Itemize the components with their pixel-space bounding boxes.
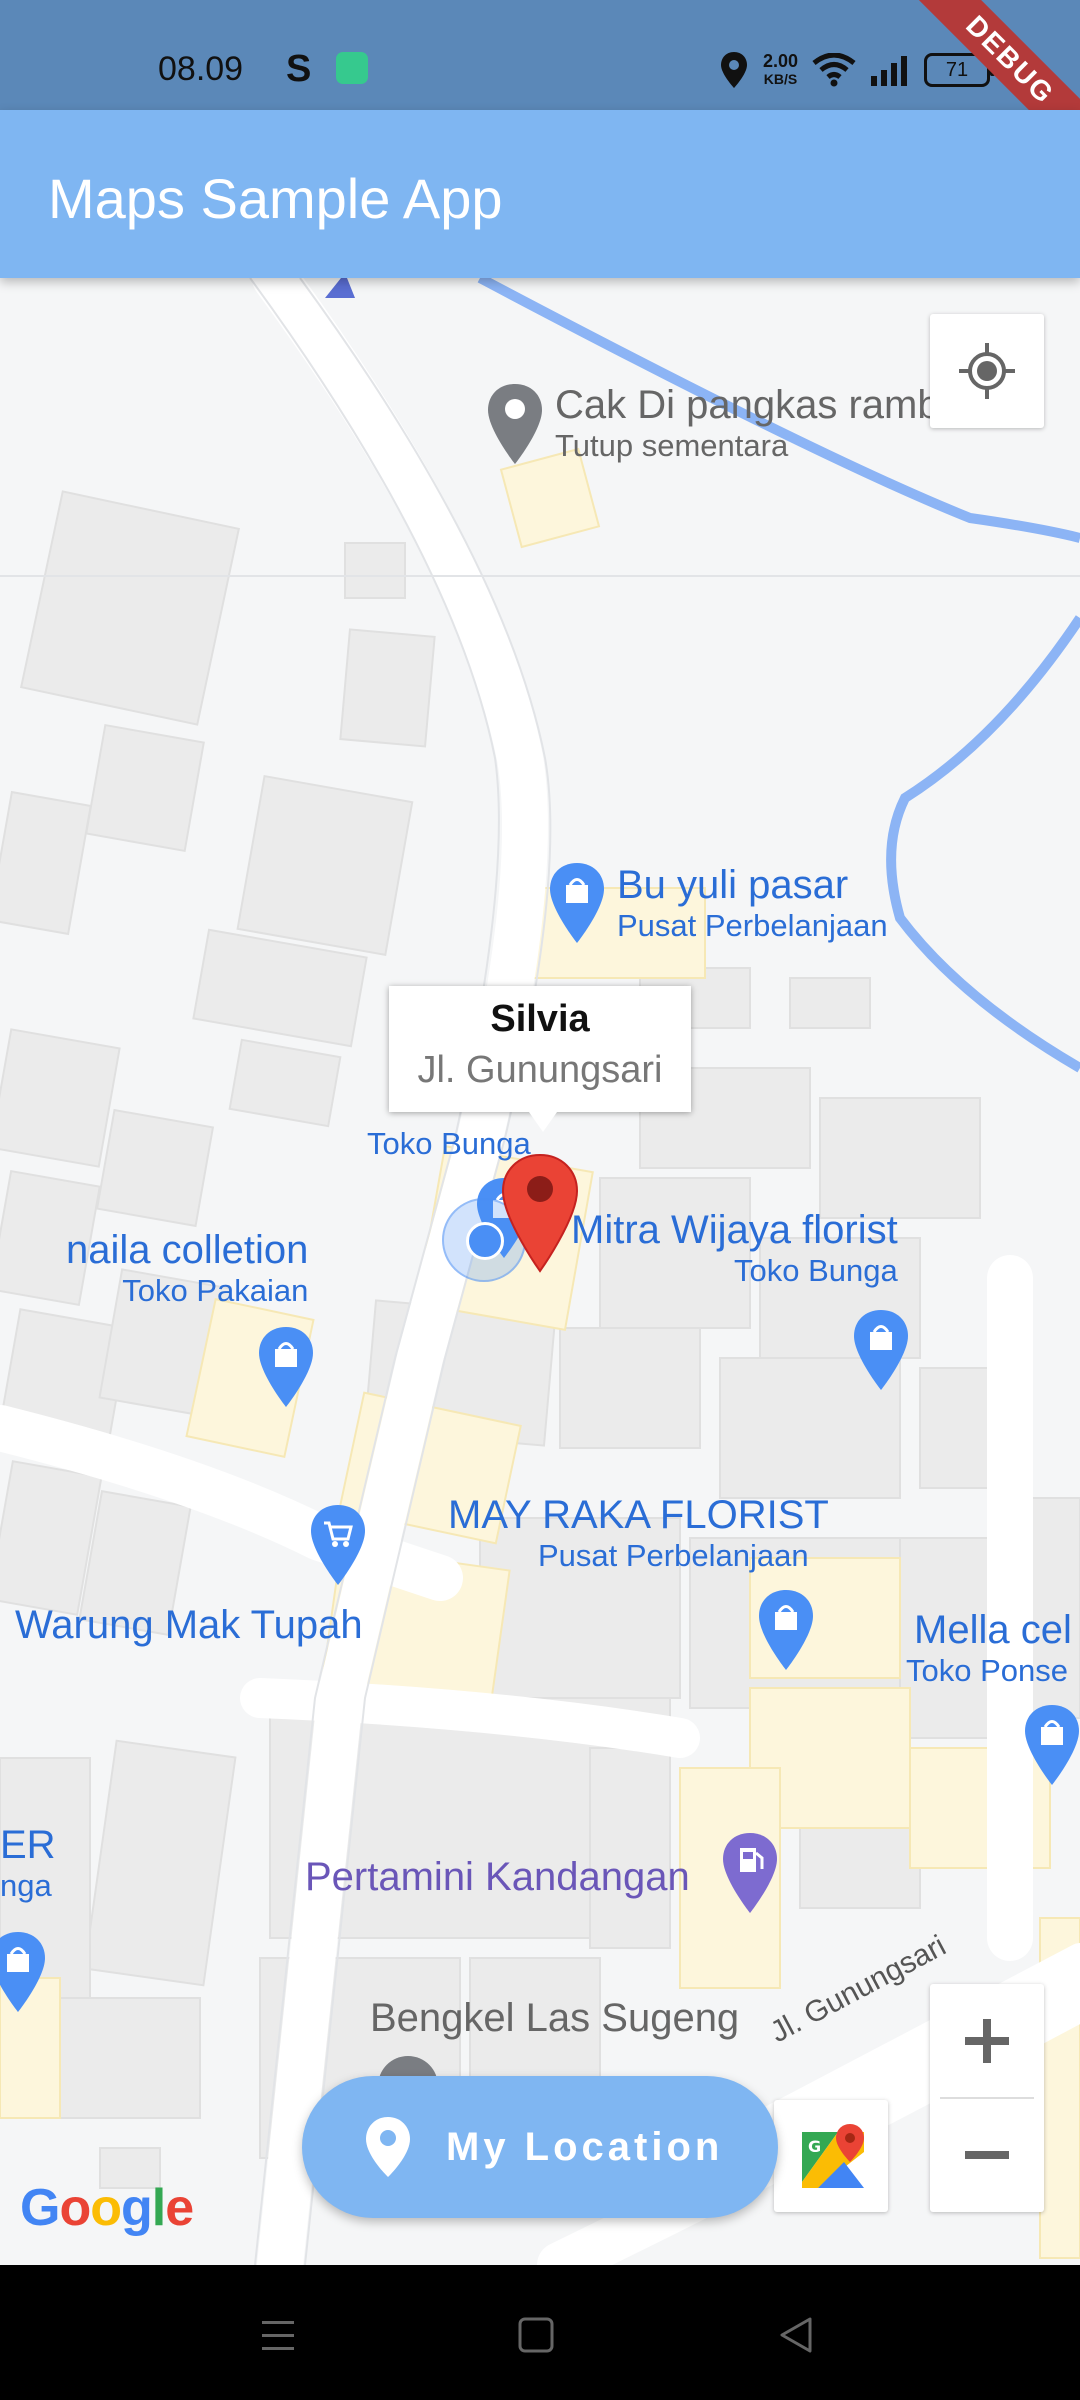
info-window-snippet: Jl. Gunungsari	[417, 1049, 663, 1091]
shopping-bag-icon[interactable]	[851, 1308, 911, 1393]
poi-warung-mak-tupah[interactable]: Warung Mak Tupah	[15, 1603, 363, 1648]
poi-category: nga	[0, 1868, 52, 1903]
svg-text:G: G	[808, 2137, 821, 2156]
status-bar: 08.09 S 2.00 KB/S 71 DEBUG	[0, 0, 1080, 168]
poi-name: Cak Di pangkas rambut	[555, 383, 973, 427]
signal-icon	[871, 56, 907, 86]
back-icon[interactable]	[766, 2305, 826, 2365]
poi-category: Toko Pakaian	[122, 1273, 309, 1308]
app-bar: Maps Sample App	[0, 110, 1080, 278]
status-time: 08.09	[158, 50, 244, 88]
my-location-label: My Location	[446, 2124, 724, 2169]
poi-may-raka-florist[interactable]: MAY RAKA FLORIST Pusat Perbelanjaan	[448, 1493, 829, 1574]
poi-name: Warung Mak Tupah	[15, 1603, 363, 1647]
poi-er[interactable]: ER nga	[0, 1823, 56, 1904]
poi-name: Pertamini Kandangan	[305, 1855, 690, 1899]
minus-icon	[965, 2151, 1009, 2159]
shopping-bag-icon[interactable]	[756, 1588, 816, 1673]
home-icon[interactable]	[506, 2305, 566, 2365]
network-speed-unit: KB/S	[763, 71, 798, 87]
shopping-bag-icon[interactable]	[0, 1930, 48, 2015]
poi-name: naila colletion	[66, 1228, 309, 1272]
gas-station-icon[interactable]	[720, 1831, 780, 1916]
poi-bengkel-las-sugeng[interactable]: Bengkel Las Sugeng	[370, 1996, 739, 2041]
network-speed: 2.00 KB/S	[763, 52, 798, 88]
poi-name: ER	[0, 1823, 56, 1867]
shopping-bag-icon[interactable]	[256, 1325, 316, 1410]
network-speed-value: 2.00	[762, 51, 798, 71]
poi-category: Pusat Perbelanjaan	[538, 1538, 809, 1573]
google-logo: Google	[20, 2179, 194, 2237]
poi-mella-cel[interactable]: Mella cel Toko Ponse	[906, 1608, 1072, 1689]
my-location-button[interactable]	[930, 314, 1044, 428]
shopping-bag-icon[interactable]	[1022, 1703, 1080, 1788]
poi-mitra-wijaya-florist[interactable]: Mitra Wijaya florist Toko Bunga	[571, 1208, 898, 1289]
poi-bu-yuli-pasar[interactable]: Bu yuli pasar Pusat Perbelanjaan	[617, 863, 888, 944]
poi-category: Toko Bunga	[733, 1253, 898, 1288]
poi-category: Pusat Perbelanjaan	[617, 908, 888, 943]
zoom-controls	[930, 1984, 1044, 2212]
poi-name: MAY RAKA FLORIST	[448, 1493, 829, 1537]
poi-name: Mella cel	[914, 1608, 1072, 1652]
poi-category: Toko Ponse	[906, 1653, 1068, 1688]
shopping-cart-icon[interactable]	[308, 1503, 368, 1588]
zoom-in-button[interactable]	[930, 1984, 1044, 2098]
my-location-fab[interactable]: My Location	[302, 2076, 778, 2218]
poi-pertamini-kandangan[interactable]: Pertamini Kandangan	[305, 1855, 690, 1900]
poi-name: Mitra Wijaya florist	[571, 1208, 898, 1252]
poi-naila-colletion[interactable]: naila colletion Toko Pakaian	[66, 1228, 308, 1309]
info-window-title: Silvia	[490, 998, 590, 1040]
location-icon	[720, 52, 747, 88]
google-maps-icon: G	[802, 2124, 864, 2188]
shopping-bag-icon[interactable]	[547, 861, 607, 946]
poi-category: Tutup sementara	[555, 428, 789, 463]
app-title: Maps Sample App	[48, 167, 503, 230]
s-app-icon: S	[286, 48, 312, 90]
poi-name: Bengkel Las Sugeng	[370, 1996, 740, 2040]
system-nav-bar	[0, 2265, 1080, 2400]
wifi-icon	[812, 53, 856, 87]
crosshair-icon	[959, 343, 1015, 399]
place-pin-icon[interactable]	[485, 382, 545, 467]
green-app-icon	[336, 52, 368, 84]
menu-icon[interactable]	[248, 2305, 308, 2365]
poi-cak-di[interactable]: Cak Di pangkas rambut Tutup sementara	[555, 383, 973, 464]
map-marker-icon[interactable]	[500, 1153, 580, 1273]
zoom-out-button[interactable]	[930, 2098, 1044, 2212]
location-pin-icon	[366, 2117, 410, 2177]
map-view[interactable]: Cak Di pangkas rambut Tutup sementara Bu…	[0, 278, 1080, 2265]
plus-icon	[965, 2019, 1009, 2063]
poi-name: Bu yuli pasar	[617, 863, 849, 907]
info-window[interactable]: Silvia Jl. Gunungsari	[389, 986, 691, 1132]
open-google-maps-button[interactable]: G	[774, 2100, 888, 2212]
